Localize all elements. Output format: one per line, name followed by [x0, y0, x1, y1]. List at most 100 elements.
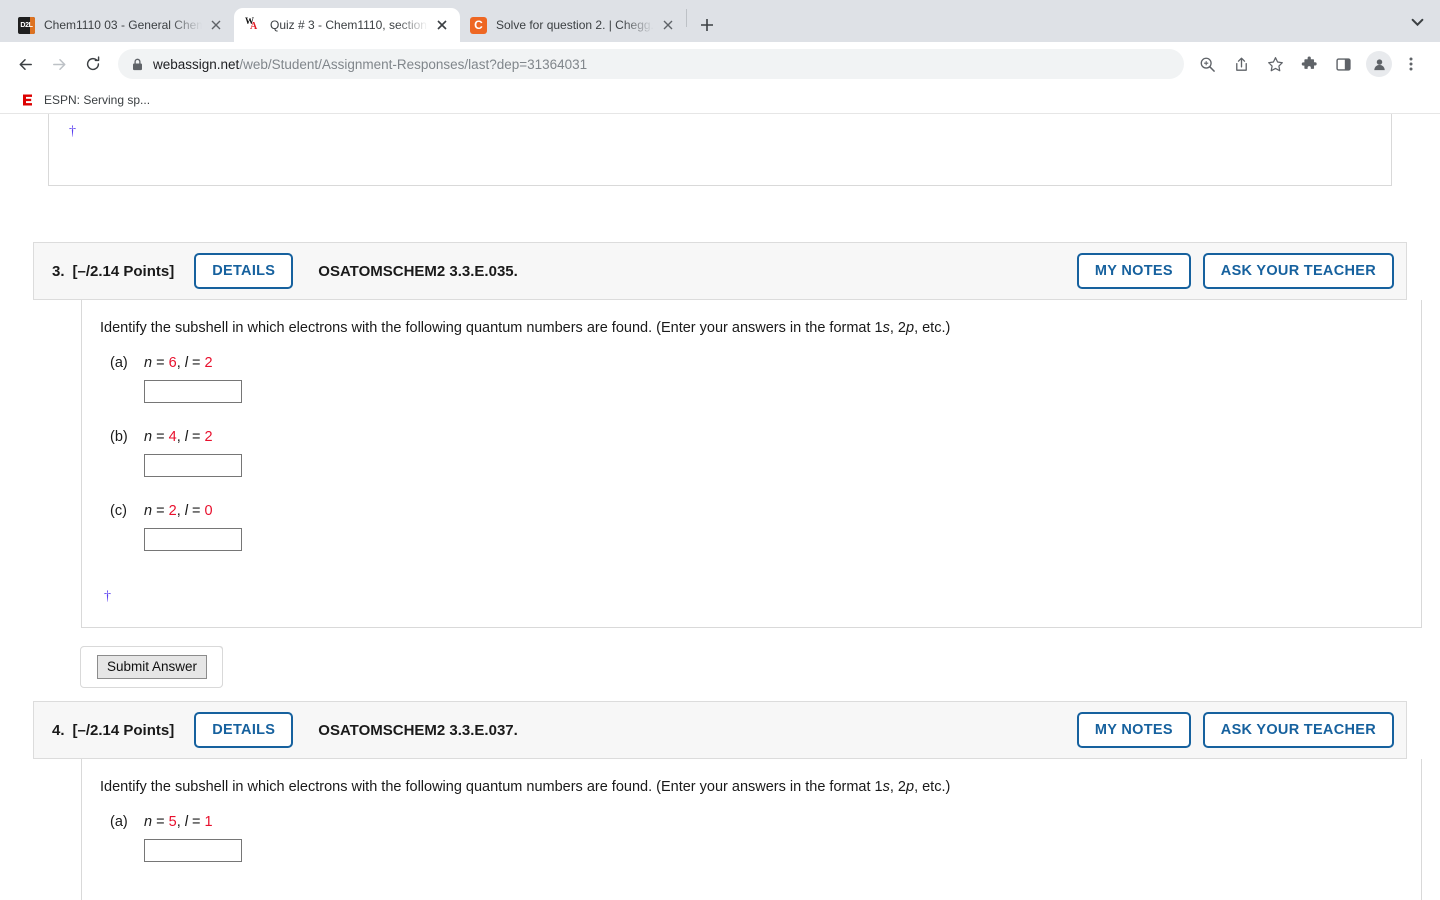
url-host: webassign.net	[153, 56, 240, 72]
details-button[interactable]: DETAILS	[194, 252, 294, 290]
prompt-after: , etc.)	[914, 779, 951, 796]
d2l-icon: D2L	[18, 16, 35, 34]
question-3-header: 3. [–/2.14 Points] DETAILS OSATOMSCHEM2 …	[33, 242, 1407, 300]
puzzle-piece-icon[interactable]	[1294, 49, 1324, 79]
reload-icon[interactable]	[78, 49, 108, 79]
prompt-before: Identify the subshell in which electrons…	[100, 779, 883, 796]
browser-tab-2[interactable]: WA Quiz # 3 - Chem1110, section 0	[234, 8, 460, 42]
quantum-n-value: 5	[168, 814, 177, 831]
answer-input-a[interactable]	[144, 380, 242, 404]
answer-input-c[interactable]	[144, 528, 242, 552]
quantum-n-label: n	[144, 503, 153, 520]
quantum-l-value: 2	[204, 429, 213, 446]
question-header-actions: MY NOTES ASK YOUR TEACHER	[1076, 252, 1394, 290]
webassign-icon: WA	[244, 16, 261, 34]
close-icon[interactable]	[432, 15, 452, 35]
part-expression-line: (c) n = 2, l = 0	[110, 503, 1421, 519]
submit-answer-button[interactable]: Submit Answer	[97, 654, 208, 680]
back-arrow-icon[interactable]	[10, 49, 40, 79]
dagger-link[interactable]: †	[69, 124, 76, 139]
quantum-n-value: 4	[168, 429, 177, 446]
quantum-n-label: n	[144, 814, 153, 831]
new-tab-button[interactable]	[693, 11, 721, 39]
part-expression-line: (a) n = 6, l = 2	[110, 355, 1421, 371]
question-3: 3. [–/2.14 Points] DETAILS OSATOMSCHEM2 …	[33, 242, 1422, 689]
bookmark-label: ESPN: Serving sp...	[44, 92, 151, 107]
part-expression: n = 6, l = 2	[144, 355, 213, 372]
part-expression-line: (a) n = 5, l = 1	[110, 814, 1421, 830]
question-points: [–/2.14 Points]	[72, 721, 175, 739]
tab-title: Quiz # 3 - Chem1110, section 0	[270, 18, 428, 32]
question-header-actions: MY NOTES ASK YOUR TEACHER	[1076, 711, 1394, 749]
question-part-a: (a) n = 5, l = 1	[110, 814, 1421, 863]
toolbar-actions	[1192, 49, 1430, 79]
page-viewport: † 3. [–/2.14 Points] DETAILS OSATOMSCHEM…	[0, 114, 1440, 900]
zoom-in-icon[interactable]	[1192, 49, 1222, 79]
question-prompt: Identify the subshell in which electrons…	[82, 318, 1421, 339]
quantum-l-label: l	[184, 503, 188, 520]
browser-tab-1[interactable]: D2L Chem1110 03 - General Chemis	[8, 8, 234, 42]
question-parts: (a) n = 5, l = 1	[82, 798, 1421, 863]
assignment-page: † 3. [–/2.14 Points] DETAILS OSATOMSCHEM…	[0, 114, 1440, 900]
part-letter: (c)	[110, 503, 127, 520]
quantum-l-value: 0	[204, 503, 213, 520]
url-text: webassign.net/web/Student/Assignment-Res…	[153, 57, 587, 72]
question-number: 4.	[52, 721, 65, 739]
answer-input-a[interactable]	[144, 839, 242, 863]
close-icon[interactable]	[206, 15, 226, 35]
share-icon[interactable]	[1226, 49, 1256, 79]
close-icon[interactable]	[658, 15, 678, 35]
quantum-l-label: l	[184, 814, 188, 831]
prompt-before: Identify the subshell in which electrons…	[100, 320, 883, 336]
three-dot-menu-icon[interactable]	[1396, 49, 1426, 79]
ask-your-teacher-button[interactable]: ASK YOUR TEACHER	[1202, 252, 1394, 290]
question-parts: (a) n = 6, l = 2 (b) n = 4, l = 2 (c) n …	[82, 339, 1421, 552]
question-code: OSATOMSCHEM2 3.3.E.035.	[318, 262, 518, 280]
tab-separator	[686, 8, 687, 27]
browser-toolbar: webassign.net/web/Student/Assignment-Res…	[0, 42, 1440, 86]
url-path: /web/Student/Assignment-Responses/last?d…	[239, 56, 588, 72]
my-notes-button[interactable]: MY NOTES	[1076, 711, 1191, 749]
footnote-row: †	[82, 577, 1421, 605]
browser-window: D2L Chem1110 03 - General Chemis WA Quiz…	[0, 0, 1440, 900]
ask-your-teacher-button[interactable]: ASK YOUR TEACHER	[1202, 711, 1394, 749]
question-4-header: 4. [–/2.14 Points] DETAILS OSATOMSCHEM2 …	[33, 701, 1407, 760]
quantum-l-value: 1	[204, 814, 213, 831]
quantum-n-label: n	[144, 429, 153, 446]
question-3-body: Identify the subshell in which electrons…	[81, 300, 1422, 629]
forward-arrow-icon	[44, 49, 74, 79]
quantum-n-label: n	[144, 355, 153, 372]
question-code: OSATOMSCHEM2 3.3.E.037.	[318, 721, 518, 739]
dagger-link[interactable]: †	[104, 589, 111, 604]
question-4-body: Identify the subshell in which electrons…	[81, 759, 1422, 900]
previous-question-body: †	[48, 114, 1392, 186]
bookmarks-bar: ESPN: Serving sp...	[0, 86, 1440, 114]
answer-input-b[interactable]	[144, 454, 242, 478]
part-expression: n = 2, l = 0	[144, 503, 213, 520]
prompt-mid: , 2	[889, 779, 906, 796]
my-notes-button[interactable]: MY NOTES	[1076, 252, 1191, 290]
side-panel-icon[interactable]	[1328, 49, 1358, 79]
quantum-l-label: l	[184, 429, 188, 446]
part-expression-line: (b) n = 4, l = 2	[110, 429, 1421, 445]
prompt-after: , etc.)	[914, 320, 951, 336]
submit-answer-container: Submit Answer	[80, 646, 223, 689]
details-button[interactable]: DETAILS	[194, 711, 294, 749]
tab-title: Chem1110 03 - General Chemis	[44, 18, 202, 32]
browser-tab-3[interactable]: C Solve for question 2. | Chegg.c	[460, 8, 686, 42]
part-letter: (a)	[110, 814, 128, 831]
question-4: 4. [–/2.14 Points] DETAILS OSATOMSCHEM2 …	[33, 701, 1422, 900]
question-prompt: Identify the subshell in which electrons…	[82, 777, 1421, 798]
espn-icon	[20, 92, 36, 108]
question-part-b: (b) n = 4, l = 2	[110, 429, 1421, 478]
address-bar[interactable]: webassign.net/web/Student/Assignment-Res…	[118, 49, 1184, 79]
star-icon[interactable]	[1260, 49, 1290, 79]
bookmark-espn[interactable]: ESPN: Serving sp...	[14, 89, 156, 111]
part-letter: (b)	[110, 429, 128, 446]
quantum-n-value: 2	[168, 503, 177, 520]
profile-avatar-icon[interactable]	[1366, 51, 1392, 77]
chegg-icon: C	[470, 16, 487, 34]
tab-search-button[interactable]	[1402, 7, 1432, 37]
prompt-italic-s: s	[882, 320, 890, 336]
